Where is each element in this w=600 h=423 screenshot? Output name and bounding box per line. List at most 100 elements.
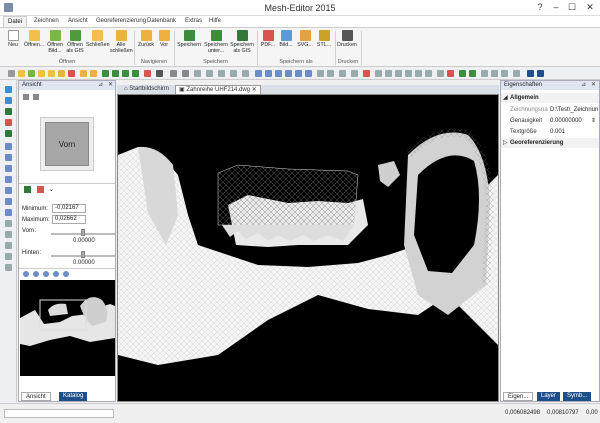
tool-save-icon[interactable] <box>102 70 109 77</box>
tool-grid4-icon[interactable] <box>501 70 508 77</box>
maximum-field[interactable]: 0,02662 <box>52 215 86 224</box>
tool-snap4-icon[interactable] <box>405 70 412 77</box>
tool-paste-icon[interactable] <box>218 70 225 77</box>
tool-folder-icon[interactable] <box>38 70 45 77</box>
tab-datei[interactable]: Datei <box>3 16 28 27</box>
zoom-all-icon[interactable] <box>53 271 59 277</box>
minimum-field[interactable]: -0,02167 <box>52 204 86 213</box>
tool-layer-icon[interactable] <box>339 70 346 77</box>
overview-canvas[interactable] <box>20 280 115 376</box>
open-gis-button[interactable]: Öffnen als GIS <box>66 30 84 54</box>
tool-snap6-icon[interactable] <box>425 70 432 77</box>
vorn-slider[interactable] <box>81 229 85 236</box>
print-button[interactable]: Drucken <box>337 30 357 48</box>
tool-mesh8-icon[interactable] <box>5 264 12 271</box>
zoom-in-icon[interactable] <box>23 271 29 277</box>
tool-folder2-icon[interactable] <box>48 70 55 77</box>
tool-curve-icon[interactable] <box>5 176 12 183</box>
tool-snap5-icon[interactable] <box>415 70 422 77</box>
tool-mesh6-icon[interactable] <box>5 242 12 249</box>
tool-pan-icon[interactable] <box>295 70 302 77</box>
tool-select-icon[interactable] <box>170 70 177 77</box>
forward-button[interactable]: Vor <box>157 30 171 48</box>
zoom-out-icon[interactable] <box>33 271 39 277</box>
pdf-button[interactable]: PDF... <box>259 30 277 48</box>
tool-mesh4-icon[interactable] <box>5 220 12 227</box>
tool-snap2-icon[interactable] <box>385 70 392 77</box>
tool-snap7-icon[interactable] <box>437 70 444 77</box>
property-row[interactable]: Zeichnungsna D:\Test\_Zeichnun <box>501 105 599 115</box>
tool-snap-icon[interactable] <box>375 70 382 77</box>
save-as-button[interactable]: Speichern unter... <box>204 30 228 54</box>
tool-line-icon[interactable] <box>5 154 12 161</box>
view-cube-front[interactable]: Vorn <box>45 122 89 166</box>
panel-close-icon[interactable]: ✕ <box>108 81 113 90</box>
properties-close-icon[interactable]: ✕ <box>591 81 596 90</box>
tab-layer-bottom[interactable]: Layer <box>537 392 561 401</box>
property-row[interactable]: Textgröße 0.001 <box>501 127 599 137</box>
tool-snap3-icon[interactable] <box>395 70 402 77</box>
tool-green2-icon[interactable] <box>469 70 476 77</box>
tool-point-icon[interactable] <box>5 143 12 150</box>
tab-symbole-bottom[interactable]: Symb... <box>563 392 592 401</box>
save-gis-button[interactable]: Speichern als GIS <box>230 30 254 54</box>
close-all-button[interactable]: Alle schließen <box>110 30 133 54</box>
tab-extras[interactable]: Extras <box>181 16 206 27</box>
open-image-button[interactable]: Öffnen Bild... <box>46 30 64 54</box>
tab-ansicht-bottom[interactable]: Ansicht <box>21 392 51 401</box>
tool-cut-icon[interactable] <box>230 70 237 77</box>
mesh-viewport[interactable] <box>117 94 499 402</box>
tool-mesh7-icon[interactable] <box>5 253 12 260</box>
hinten-slider[interactable] <box>81 251 85 258</box>
clip-tool-icon[interactable] <box>24 186 31 193</box>
image-button[interactable]: Bild... <box>278 30 294 48</box>
tool-close-icon[interactable] <box>58 70 65 77</box>
section-georeferenzierung[interactable]: ▷ Georeferenzierung <box>501 138 599 148</box>
tab-zahnreihe[interactable]: ▣ Zahnreihe UHF214.dwg ✕ <box>175 85 261 94</box>
zoom-window-icon[interactable] <box>43 271 49 277</box>
tab-startbildschirm[interactable]: ⌂ Startbildschirm <box>121 85 172 94</box>
clip-delete-icon[interactable] <box>37 186 44 193</box>
tool-grid2-icon[interactable] <box>481 70 488 77</box>
tool-move-icon[interactable] <box>182 70 189 77</box>
tool-help-icon[interactable] <box>527 70 534 77</box>
help-button[interactable]: ? <box>533 0 547 14</box>
back-button[interactable]: Zurück <box>136 30 156 48</box>
tool-pen-icon[interactable] <box>5 108 12 115</box>
tab-ansicht[interactable]: Ansicht <box>64 16 92 27</box>
properties-pin-icon[interactable]: ⊿ <box>581 81 586 90</box>
tool-rotate-icon[interactable] <box>305 70 312 77</box>
tool-save3-icon[interactable] <box>122 70 129 77</box>
tool-zoom-all-icon[interactable] <box>285 70 292 77</box>
open-button[interactable]: Öffnen... <box>24 30 44 48</box>
view-tool2-icon[interactable] <box>33 94 39 100</box>
tool-measure-icon[interactable] <box>351 70 358 77</box>
zoom-fit-icon[interactable] <box>63 271 69 277</box>
tool-info-icon[interactable] <box>537 70 544 77</box>
tool-pdf-icon[interactable] <box>144 70 151 77</box>
tool-zoom-out-icon[interactable] <box>265 70 272 77</box>
tool-back-icon[interactable] <box>80 70 87 77</box>
tool-undo-icon[interactable] <box>5 97 12 104</box>
tool-open-image-icon[interactable] <box>28 70 35 77</box>
tool-view-icon[interactable] <box>317 70 324 77</box>
tool-undo-icon[interactable] <box>242 70 249 77</box>
stl-button[interactable]: STL... <box>315 30 333 48</box>
tool-print-icon[interactable] <box>156 70 163 77</box>
tab-hilfe[interactable]: Hilfe <box>205 16 225 27</box>
tab-eigenschaften-bottom[interactable]: Eigen... <box>503 392 534 401</box>
tool-mesh-icon[interactable] <box>5 187 12 194</box>
spinner-icon[interactable]: ⇕ <box>591 116 596 126</box>
tab-zeichnen[interactable]: Zeichnen <box>30 16 63 27</box>
tab-katalog-bottom[interactable]: Katalog <box>59 392 88 401</box>
tool-triangle-icon[interactable] <box>5 165 12 172</box>
tool-mesh2-icon[interactable] <box>5 198 12 205</box>
tool-delete-icon[interactable] <box>5 119 12 126</box>
tool-close2-icon[interactable] <box>68 70 75 77</box>
tool-open-icon[interactable] <box>18 70 25 77</box>
tool-cut-mesh-icon[interactable] <box>363 70 370 77</box>
maximize-button[interactable]: ☐ <box>564 0 580 14</box>
tool-mesh3-icon[interactable] <box>5 209 12 216</box>
minimize-button[interactable]: – <box>548 0 564 14</box>
tool-copy-icon[interactable] <box>206 70 213 77</box>
